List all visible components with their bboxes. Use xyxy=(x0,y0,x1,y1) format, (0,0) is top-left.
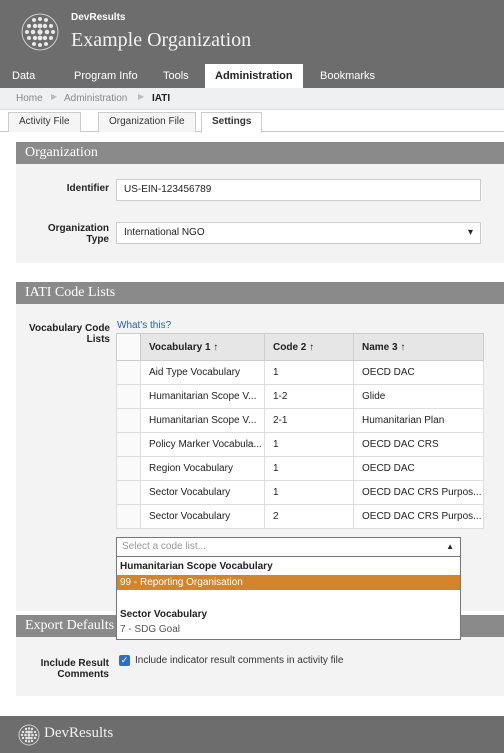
cell-name: Humanitarian Plan xyxy=(353,408,484,433)
nav-item-bookmarks[interactable]: Bookmarks xyxy=(320,64,375,88)
identifier-label: Identifier xyxy=(66,183,109,194)
tab-organization-file[interactable]: Organization File xyxy=(98,112,196,132)
include-comments-checkbox[interactable]: ✓ xyxy=(119,655,130,666)
breadcrumb-home[interactable]: Home xyxy=(16,93,43,104)
main-nav: Data Program Info Tools Administration B… xyxy=(0,64,504,88)
footer-brand: DevResults xyxy=(44,725,114,741)
cell-vocabulary: Sector Vocabulary xyxy=(140,480,265,505)
row-handle[interactable] xyxy=(116,504,141,529)
vocabulary-code-lists-label-line2: Lists xyxy=(86,334,110,345)
nav-item-program-info[interactable]: Program Info xyxy=(74,64,138,88)
table-header-row: Vocabulary 1 ↑ Code 2 ↑ Name 3 ↑ xyxy=(116,333,484,361)
cell-code: 1 xyxy=(264,456,354,481)
dropdown-option-sdg-goal[interactable]: 7 - SDG Goal xyxy=(117,622,460,637)
table-header-handle xyxy=(116,333,141,361)
code-list-select-placeholder: Select a code list... xyxy=(122,541,206,552)
nav-item-administration[interactable]: Administration xyxy=(205,64,303,88)
breadcrumb-current: IATI xyxy=(152,93,171,104)
code-lists-section-title: IATI Code Lists xyxy=(16,282,504,304)
dropdown-group-humanitarian-scope: Humanitarian Scope Vocabulary xyxy=(120,561,273,572)
row-handle[interactable] xyxy=(116,456,141,481)
dropdown-option-reporting-organisation[interactable]: 99 - Reporting Organisation xyxy=(117,575,460,590)
app-footer: DevResults xyxy=(0,716,504,753)
cell-vocabulary: Region Vocabulary xyxy=(140,456,265,481)
table-row[interactable]: Policy Marker Vocabula... 1 OECD DAC CRS xyxy=(116,432,484,457)
cell-vocabulary: Policy Marker Vocabula... xyxy=(140,432,265,457)
table-row[interactable]: Humanitarian Scope V... 1-2 Glide xyxy=(116,384,484,409)
cell-code: 1 xyxy=(264,480,354,505)
organization-type-label-line2: Type xyxy=(86,234,109,245)
tab-activity-file[interactable]: Activity File xyxy=(8,112,81,132)
globe-logo-icon xyxy=(21,13,59,51)
cell-name: OECD DAC CRS xyxy=(353,432,484,457)
cell-vocabulary: Humanitarian Scope V... xyxy=(140,408,265,433)
code-list-dropdown-menu: Humanitarian Scope Vocabulary 99 - Repor… xyxy=(116,557,461,640)
row-handle[interactable] xyxy=(116,480,141,505)
include-comments-checkbox-label: Include indicator result comments in act… xyxy=(135,655,344,666)
nav-item-tools[interactable]: Tools xyxy=(163,64,189,88)
column-header-vocabulary[interactable]: Vocabulary 1 ↑ xyxy=(140,333,265,361)
cell-code: 1 xyxy=(264,360,354,385)
globe-logo-icon xyxy=(18,724,40,746)
row-handle[interactable] xyxy=(116,408,141,433)
breadcrumb: Home ▶ Administration ▶ IATI xyxy=(0,88,504,110)
include-result-comments-label-line2: Comments xyxy=(57,669,109,680)
caret-up-icon: ▲ xyxy=(446,542,454,551)
chevron-down-icon: ▾ xyxy=(467,227,473,238)
identifier-field[interactable]: US-EIN-123456789 xyxy=(116,179,481,201)
nav-item-data[interactable]: Data xyxy=(12,64,35,88)
cell-name: Glide xyxy=(353,384,484,409)
row-handle[interactable] xyxy=(116,432,141,457)
include-result-comments-label-line1: Include Result xyxy=(40,658,109,669)
cell-name: OECD DAC CRS Purpos... xyxy=(353,504,484,529)
cell-code: 1-2 xyxy=(264,384,354,409)
vocabulary-code-lists-label-line1: Vocabulary Code xyxy=(29,323,110,334)
include-result-comments-label: Include Result Comments xyxy=(30,658,109,680)
row-handle[interactable] xyxy=(116,360,141,385)
cell-name: OECD DAC xyxy=(353,456,484,481)
row-handle[interactable] xyxy=(116,384,141,409)
table-row[interactable]: Region Vocabulary 1 OECD DAC xyxy=(116,456,484,481)
whats-this-link[interactable]: What's this? xyxy=(117,320,171,331)
cell-code: 1 xyxy=(264,432,354,457)
cell-name: OECD DAC CRS Purpos... xyxy=(353,480,484,505)
cell-vocabulary: Sector Vocabulary xyxy=(140,504,265,529)
cell-name: OECD DAC xyxy=(353,360,484,385)
breadcrumb-separator-icon: ▶ xyxy=(138,92,145,101)
breadcrumb-separator-icon: ▶ xyxy=(51,92,58,101)
column-header-code[interactable]: Code 2 ↑ xyxy=(264,333,354,361)
cell-code: 2 xyxy=(264,504,354,529)
cell-vocabulary: Aid Type Vocabulary xyxy=(140,360,265,385)
app-name: DevResults xyxy=(71,12,126,23)
organization-type-value: International NGO xyxy=(124,227,205,238)
vocabulary-code-lists-label: Vocabulary Code Lists xyxy=(24,323,110,345)
cell-code: 2-1 xyxy=(264,408,354,433)
tab-bar: Activity File Organization File Settings xyxy=(0,110,504,133)
organization-name: Example Organization xyxy=(71,29,252,51)
table-row[interactable]: Humanitarian Scope V... 2-1 Humanitarian… xyxy=(116,408,484,433)
code-list-select[interactable]: Select a code list... ▲ xyxy=(116,537,461,557)
tab-settings[interactable]: Settings xyxy=(201,112,263,133)
app-header: DevResults Example Organization Data Pro… xyxy=(0,0,504,88)
dropdown-group-sector: Sector Vocabulary xyxy=(120,609,208,620)
table-row[interactable]: Sector Vocabulary 1 OECD DAC CRS Purpos.… xyxy=(116,480,484,505)
cell-vocabulary: Humanitarian Scope V... xyxy=(140,384,265,409)
organization-section-title: Organization xyxy=(16,142,504,164)
organization-type-label-line1: Organization xyxy=(47,223,109,234)
vocabulary-table: Vocabulary 1 ↑ Code 2 ↑ Name 3 ↑ Aid Typ… xyxy=(116,333,484,529)
breadcrumb-administration[interactable]: Administration xyxy=(64,93,127,104)
table-row[interactable]: Sector Vocabulary 2 OECD DAC CRS Purpos.… xyxy=(116,504,484,529)
organization-type-label: Organization Type xyxy=(30,223,109,245)
column-header-name[interactable]: Name 3 ↑ xyxy=(353,333,484,361)
organization-type-select[interactable]: International NGO ▾ xyxy=(116,222,481,244)
table-row[interactable]: Aid Type Vocabulary 1 OECD DAC xyxy=(116,360,484,385)
